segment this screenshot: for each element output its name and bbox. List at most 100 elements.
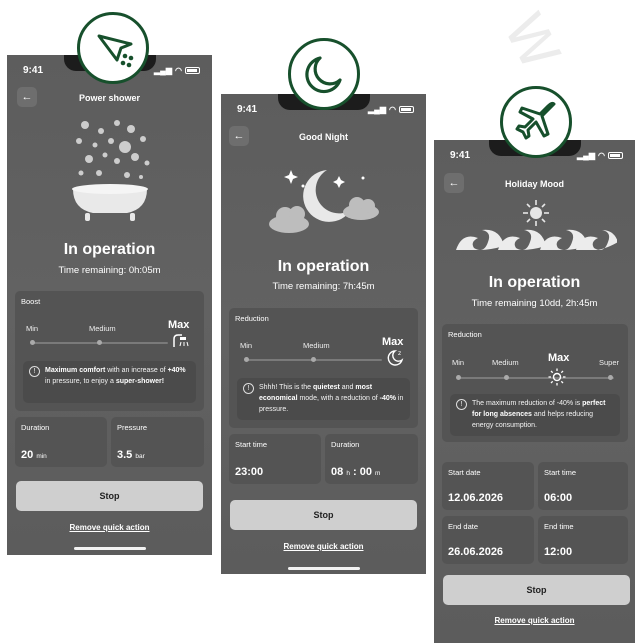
level-medium-label: Medium [89, 324, 116, 333]
status-time: 9:41 [23, 64, 44, 76]
field-label: Pressure [117, 423, 148, 432]
badge-shower [77, 12, 149, 84]
wifi-icon: ◠ [598, 150, 605, 160]
reduction-panel: Reduction Min Medium Max Super ! The max… [442, 324, 628, 442]
end-date-field[interactable]: End date 26.06.2026 [442, 516, 534, 564]
level-medium-dot[interactable] [504, 375, 509, 380]
battery-icon [608, 151, 623, 159]
watermark-decoration: W [491, 3, 573, 80]
level-medium-dot[interactable] [97, 340, 102, 345]
pressure-field[interactable]: Pressure 3.5 bar [111, 417, 204, 467]
reduction-tip: ! The maximum reduction of -40% is perfe… [450, 394, 620, 436]
stop-button[interactable]: Stop [443, 575, 630, 605]
field-value: 12.06.2026 [448, 492, 504, 504]
svg-text:z: z [398, 350, 401, 357]
remove-quick-action-link[interactable]: Remove quick action [434, 616, 635, 625]
level-min-label: Min [452, 358, 465, 367]
field-label: Start time [544, 468, 577, 477]
boost-label: Boost [21, 297, 41, 306]
stage: W A 9:41 ▂▄▆◠ ← Power shower In operatio… [0, 0, 635, 643]
shower-head-icon[interactable] [172, 333, 192, 349]
status-time: 9:41 [450, 149, 471, 161]
moon-sleep-icon[interactable]: z [386, 348, 406, 366]
battery-icon [185, 66, 200, 74]
remove-quick-action-link[interactable]: Remove quick action [221, 542, 426, 551]
field-label: Duration [331, 440, 360, 449]
page-title: Holiday Mood [505, 179, 564, 189]
bathtub-illustration [72, 120, 150, 221]
stop-button[interactable]: Stop [16, 481, 203, 511]
reduction-label: Reduction [448, 330, 482, 339]
page-title: Power shower [78, 93, 141, 103]
level-slider-track[interactable] [458, 377, 614, 379]
field-value: 06:00 [544, 492, 573, 504]
level-min-dot[interactable] [456, 375, 461, 380]
wifi-icon: ◠ [389, 104, 396, 114]
level-min-dot[interactable] [244, 357, 249, 362]
airplane-icon [515, 101, 556, 140]
operation-status: In operation [277, 258, 370, 275]
moon-icon [305, 56, 342, 94]
level-min-label: Min [240, 341, 253, 350]
lightbulb-icon: ! [456, 399, 467, 410]
badge-airplane [500, 86, 572, 158]
moon-clouds-illustration [269, 170, 379, 233]
level-medium-label: Medium [303, 341, 330, 350]
reduction-panel: Reduction Min Medium Max z ! Shhh! This … [229, 308, 418, 428]
home-indicator [73, 547, 146, 550]
status-time: 9:41 [237, 103, 258, 115]
level-super-label: Super [599, 358, 620, 367]
remove-quick-action-link[interactable]: Remove quick action [7, 523, 212, 532]
time-remaining: Time remaining: 0h:05m [58, 265, 161, 276]
lightbulb-icon: ! [243, 383, 254, 394]
duration-field[interactable]: Duration 08 h : 00 m [325, 434, 418, 484]
page-title: Good Night [299, 132, 348, 142]
sun-waves-illustration [456, 200, 617, 250]
shower-head-icon [97, 34, 134, 68]
level-max-label: Max [168, 319, 190, 331]
start-date-field[interactable]: Start date 12.06.2026 [442, 462, 534, 510]
level-min-dot[interactable] [30, 340, 35, 345]
field-value: 08 h : 00 m [331, 466, 381, 478]
badge-moon [288, 38, 360, 110]
operation-status: In operation [488, 274, 581, 291]
boost-tip: ! Maximum comfort with an increase of +4… [23, 361, 196, 403]
level-max-label: Max [548, 352, 570, 364]
field-label: Duration [21, 423, 50, 432]
duration-field[interactable]: Duration 20 min [15, 417, 107, 467]
operation-status: In operation [63, 241, 156, 258]
sun-icon[interactable] [548, 368, 566, 386]
field-label: End date [448, 522, 479, 531]
phone-holiday-mood: 9:41 ▂▄▆ ◠ ← Holiday Mood In operation Ti… [434, 140, 635, 643]
start-time-field[interactable]: Start time 23:00 [229, 434, 321, 484]
level-super-dot[interactable] [608, 375, 613, 380]
field-value: 26.06.2026 [448, 546, 504, 558]
signal-icon: ▂▄▆ [368, 104, 387, 114]
field-value: 23:00 [235, 466, 264, 478]
field-label: Start time [235, 440, 268, 449]
time-remaining: Time remaining 10dd, 2h:45m [471, 298, 598, 309]
signal-icon: ▂▄▆ [577, 150, 596, 160]
phone-power-shower: 9:41 ▂▄▆ ◠ ← Power shower In operation Ti… [7, 55, 212, 555]
level-medium-dot[interactable] [311, 357, 316, 362]
field-value: 3.5 bar [117, 449, 145, 461]
field-label: End time [544, 522, 574, 531]
home-indicator [287, 567, 360, 570]
wifi-icon: ◠ [175, 65, 182, 75]
stop-button[interactable]: Stop [230, 500, 417, 530]
phone-good-night: 9:41 ▂▄▆ ◠ ← Good Night In operation Time… [221, 94, 426, 574]
signal-icon: ▂▄▆ [154, 65, 173, 75]
time-remaining: Time remaining: 7h:45m [272, 281, 375, 292]
reduction-label: Reduction [235, 314, 269, 323]
field-value: 20 min [21, 449, 47, 461]
level-medium-label: Medium [492, 358, 519, 367]
end-time-field[interactable]: End time 12:00 [538, 516, 628, 564]
boost-panel: Boost Min Medium Max ! Maximum comfort w… [15, 291, 204, 411]
reduction-tip: ! Shhh! This is the quietest and most ec… [237, 378, 410, 420]
field-label: Start date [448, 468, 481, 477]
start-time-field[interactable]: Start time 06:00 [538, 462, 628, 510]
level-max-label: Max [382, 336, 404, 348]
level-min-label: Min [26, 324, 39, 333]
lightbulb-icon: ! [29, 366, 40, 377]
field-value: 12:00 [544, 546, 573, 558]
